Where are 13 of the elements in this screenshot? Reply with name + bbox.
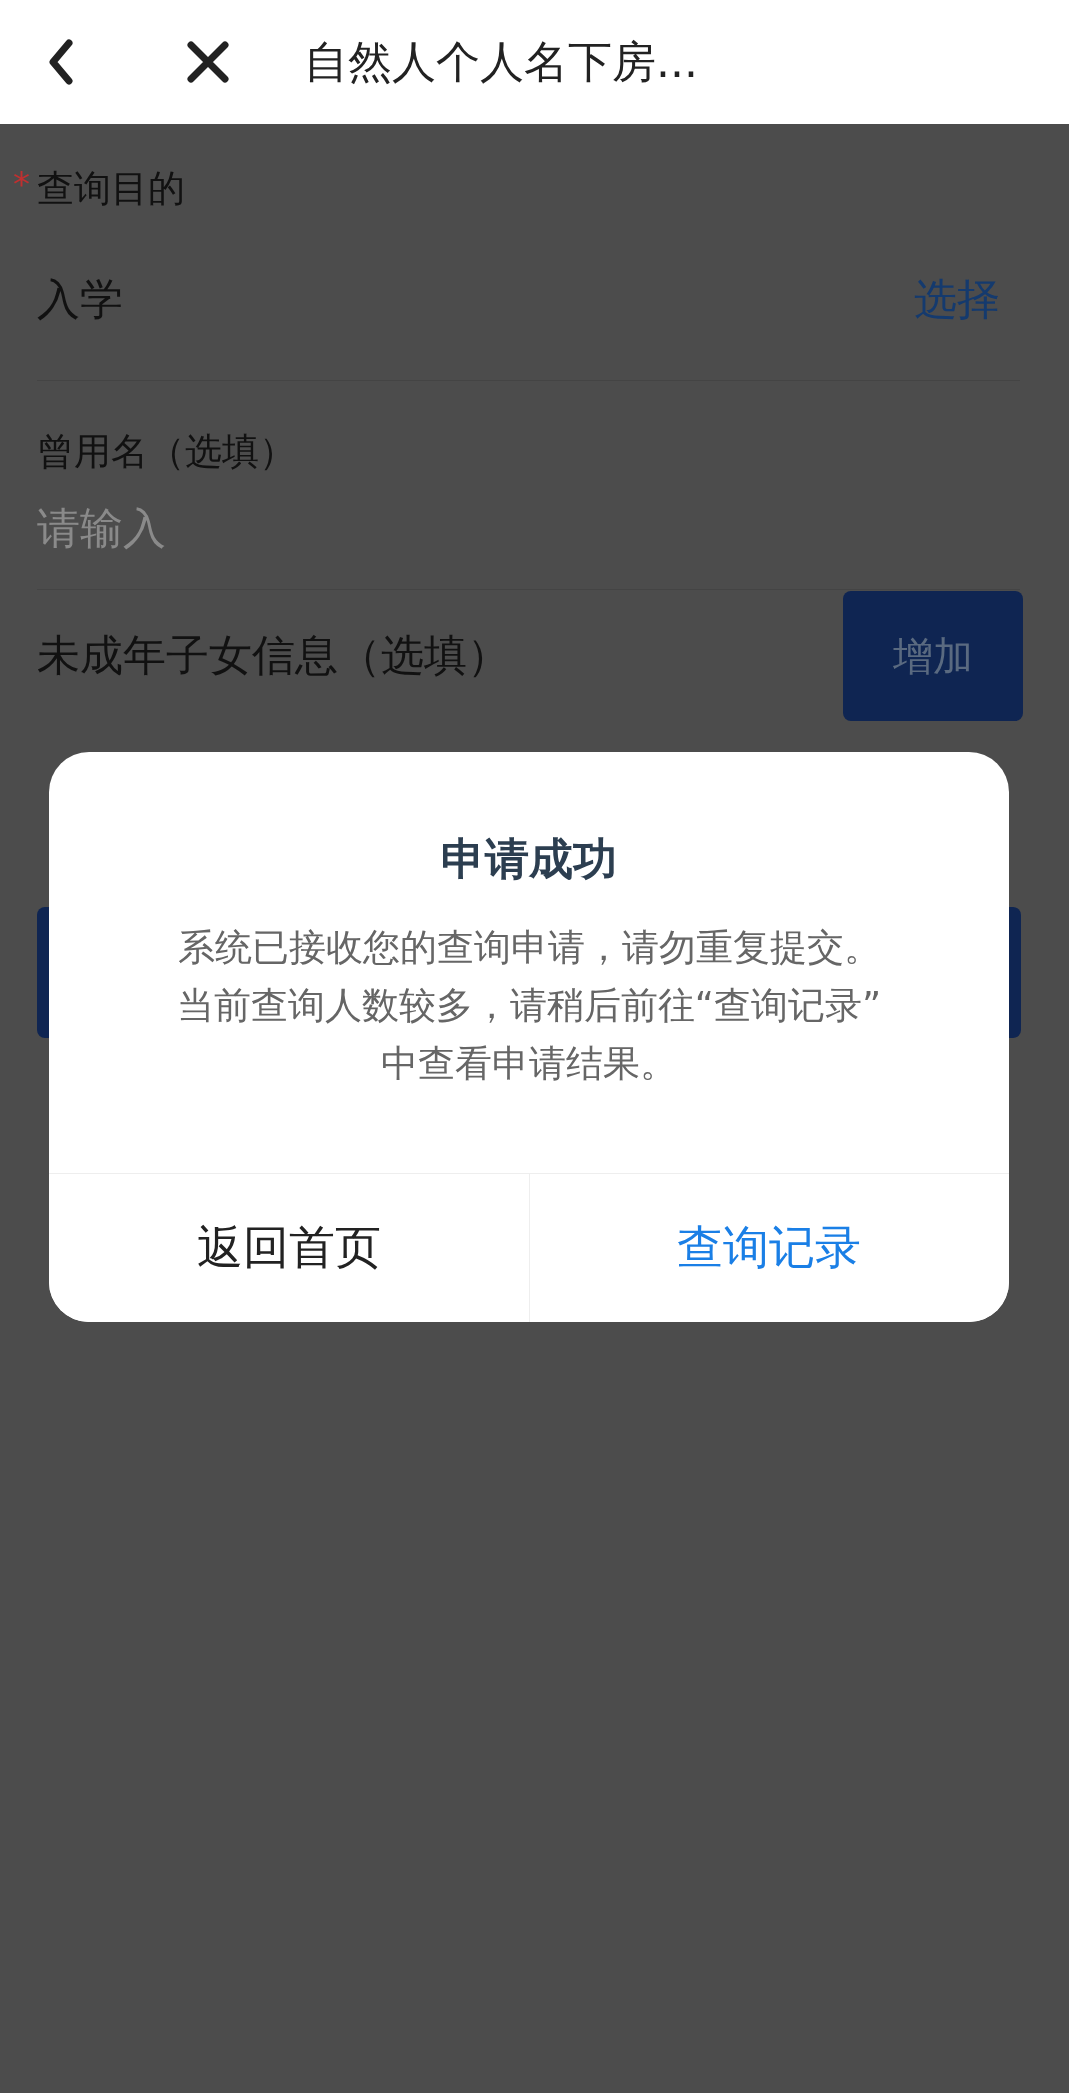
dialog-title: 申请成功 [440, 832, 618, 886]
page-title: 自然人个人名下房... [304, 34, 698, 89]
back-icon[interactable] [48, 39, 74, 85]
add-button[interactable]: 增加 [843, 591, 1023, 721]
input-field[interactable]: 请输入 [37, 483, 1020, 573]
field-label: 查询目的 [37, 166, 185, 212]
dialog-message: 系统已接收您的查询申请，请勿重复提交。 当前查询人数较多，请稍后前往“查询记录” 中查看申请结果。 [176, 925, 882, 1087]
dialog-button[interactable]: 查询记录 [528, 1174, 1009, 1322]
field-label: 曾用名（选填） [37, 429, 297, 475]
required-mark: * [13, 164, 31, 204]
field-value: 入学 [37, 273, 123, 326]
field-label: 未成年子女信息（选填） [37, 629, 510, 682]
close-icon[interactable] [186, 40, 230, 84]
